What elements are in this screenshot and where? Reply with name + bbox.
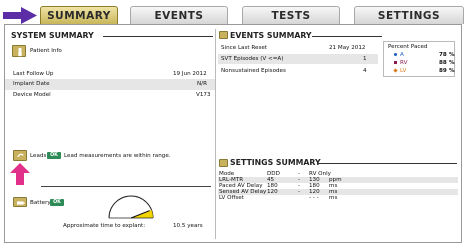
rv-square-icon — [394, 61, 397, 64]
up-arrow-icon — [10, 163, 30, 185]
summary-content: SYSTEM SUMMARY Patient Info Last Follow … — [4, 24, 462, 243]
tab-bar: SUMMARY EVENTS TESTS SETTINGS — [0, 0, 467, 27]
percent-paced-box: Percent Paced A 78 % RV 88 % LV 89 % — [383, 41, 455, 77]
last-follow-up-value: 19 Jun 2012 — [173, 71, 207, 77]
svt-episodes-label: SVT Episodes (V <=A) — [221, 56, 284, 62]
settings-row-unit: ms — [329, 195, 338, 201]
tab-settings[interactable]: SETTINGS — [354, 6, 464, 24]
leads-ok-badge: OK — [47, 152, 61, 159]
pp-lv-label: LV — [400, 68, 407, 74]
percent-paced-title: Percent Paced — [388, 44, 428, 50]
tab-events[interactable]: EVENTS — [130, 6, 228, 24]
explant-label: Approximate time to explant: — [63, 223, 146, 229]
events-summary-title: EVENTS SUMMARY — [230, 31, 312, 40]
battery-label: Battery — [30, 200, 51, 206]
implant-date-label: Implant Date — [13, 81, 50, 87]
battery-icon[interactable] — [13, 197, 27, 207]
last-follow-up-label: Last Follow Up — [13, 71, 54, 77]
pp-rv-label: RV — [400, 60, 408, 66]
pp-lv-unit: % — [449, 68, 455, 74]
explant-value: 10.5 years — [173, 223, 203, 229]
settings-row-c2: - - - — [309, 195, 319, 201]
settings-summary-title: SETTINGS SUMMARY — [230, 158, 321, 167]
system-summary-title: SYSTEM SUMMARY — [11, 31, 94, 40]
a-dot-icon — [394, 53, 397, 56]
patient-info-icon[interactable] — [12, 45, 26, 57]
settings-summary-icon — [219, 159, 228, 167]
selected-arrow-icon — [3, 7, 37, 24]
since-last-reset-label: Since Last Reset — [221, 45, 268, 51]
pp-rv-unit: % — [449, 60, 455, 66]
implant-date-value: N/R — [197, 81, 207, 87]
events-summary-icon — [219, 31, 228, 39]
pp-rv-value: 88 — [439, 60, 447, 66]
patient-info-label[interactable]: Patient Info — [30, 48, 62, 54]
leads-icon[interactable] — [13, 150, 27, 161]
leads-message: Lead measurements are within range. — [64, 153, 171, 159]
pp-lv-value: 89 — [439, 68, 447, 74]
battery-ok-badge: OK — [50, 199, 64, 206]
lv-diamond-icon — [393, 68, 398, 73]
settings-row-label: LV Offset — [219, 195, 244, 201]
nonsustained-value: 4 — [363, 68, 367, 74]
tab-tests[interactable]: TESTS — [242, 6, 340, 24]
since-last-reset-value: 21 May 2012 — [329, 45, 366, 51]
device-model-label: Device Model — [13, 92, 51, 98]
leads-label: Leads — [30, 153, 47, 159]
pp-a-unit: % — [449, 52, 455, 58]
device-model-value: V173 — [196, 92, 211, 98]
svt-episodes-value: 1 — [363, 56, 367, 62]
settings-row-c1: 120 — [267, 189, 278, 195]
nonsustained-label: Nonsustained Episodes — [221, 68, 286, 74]
battery-gauge — [108, 195, 154, 219]
pp-a-value: 78 — [439, 52, 447, 58]
settings-row-sep: - — [298, 189, 301, 195]
pp-a-label: A — [400, 52, 404, 58]
tab-summary[interactable]: SUMMARY — [40, 6, 118, 24]
